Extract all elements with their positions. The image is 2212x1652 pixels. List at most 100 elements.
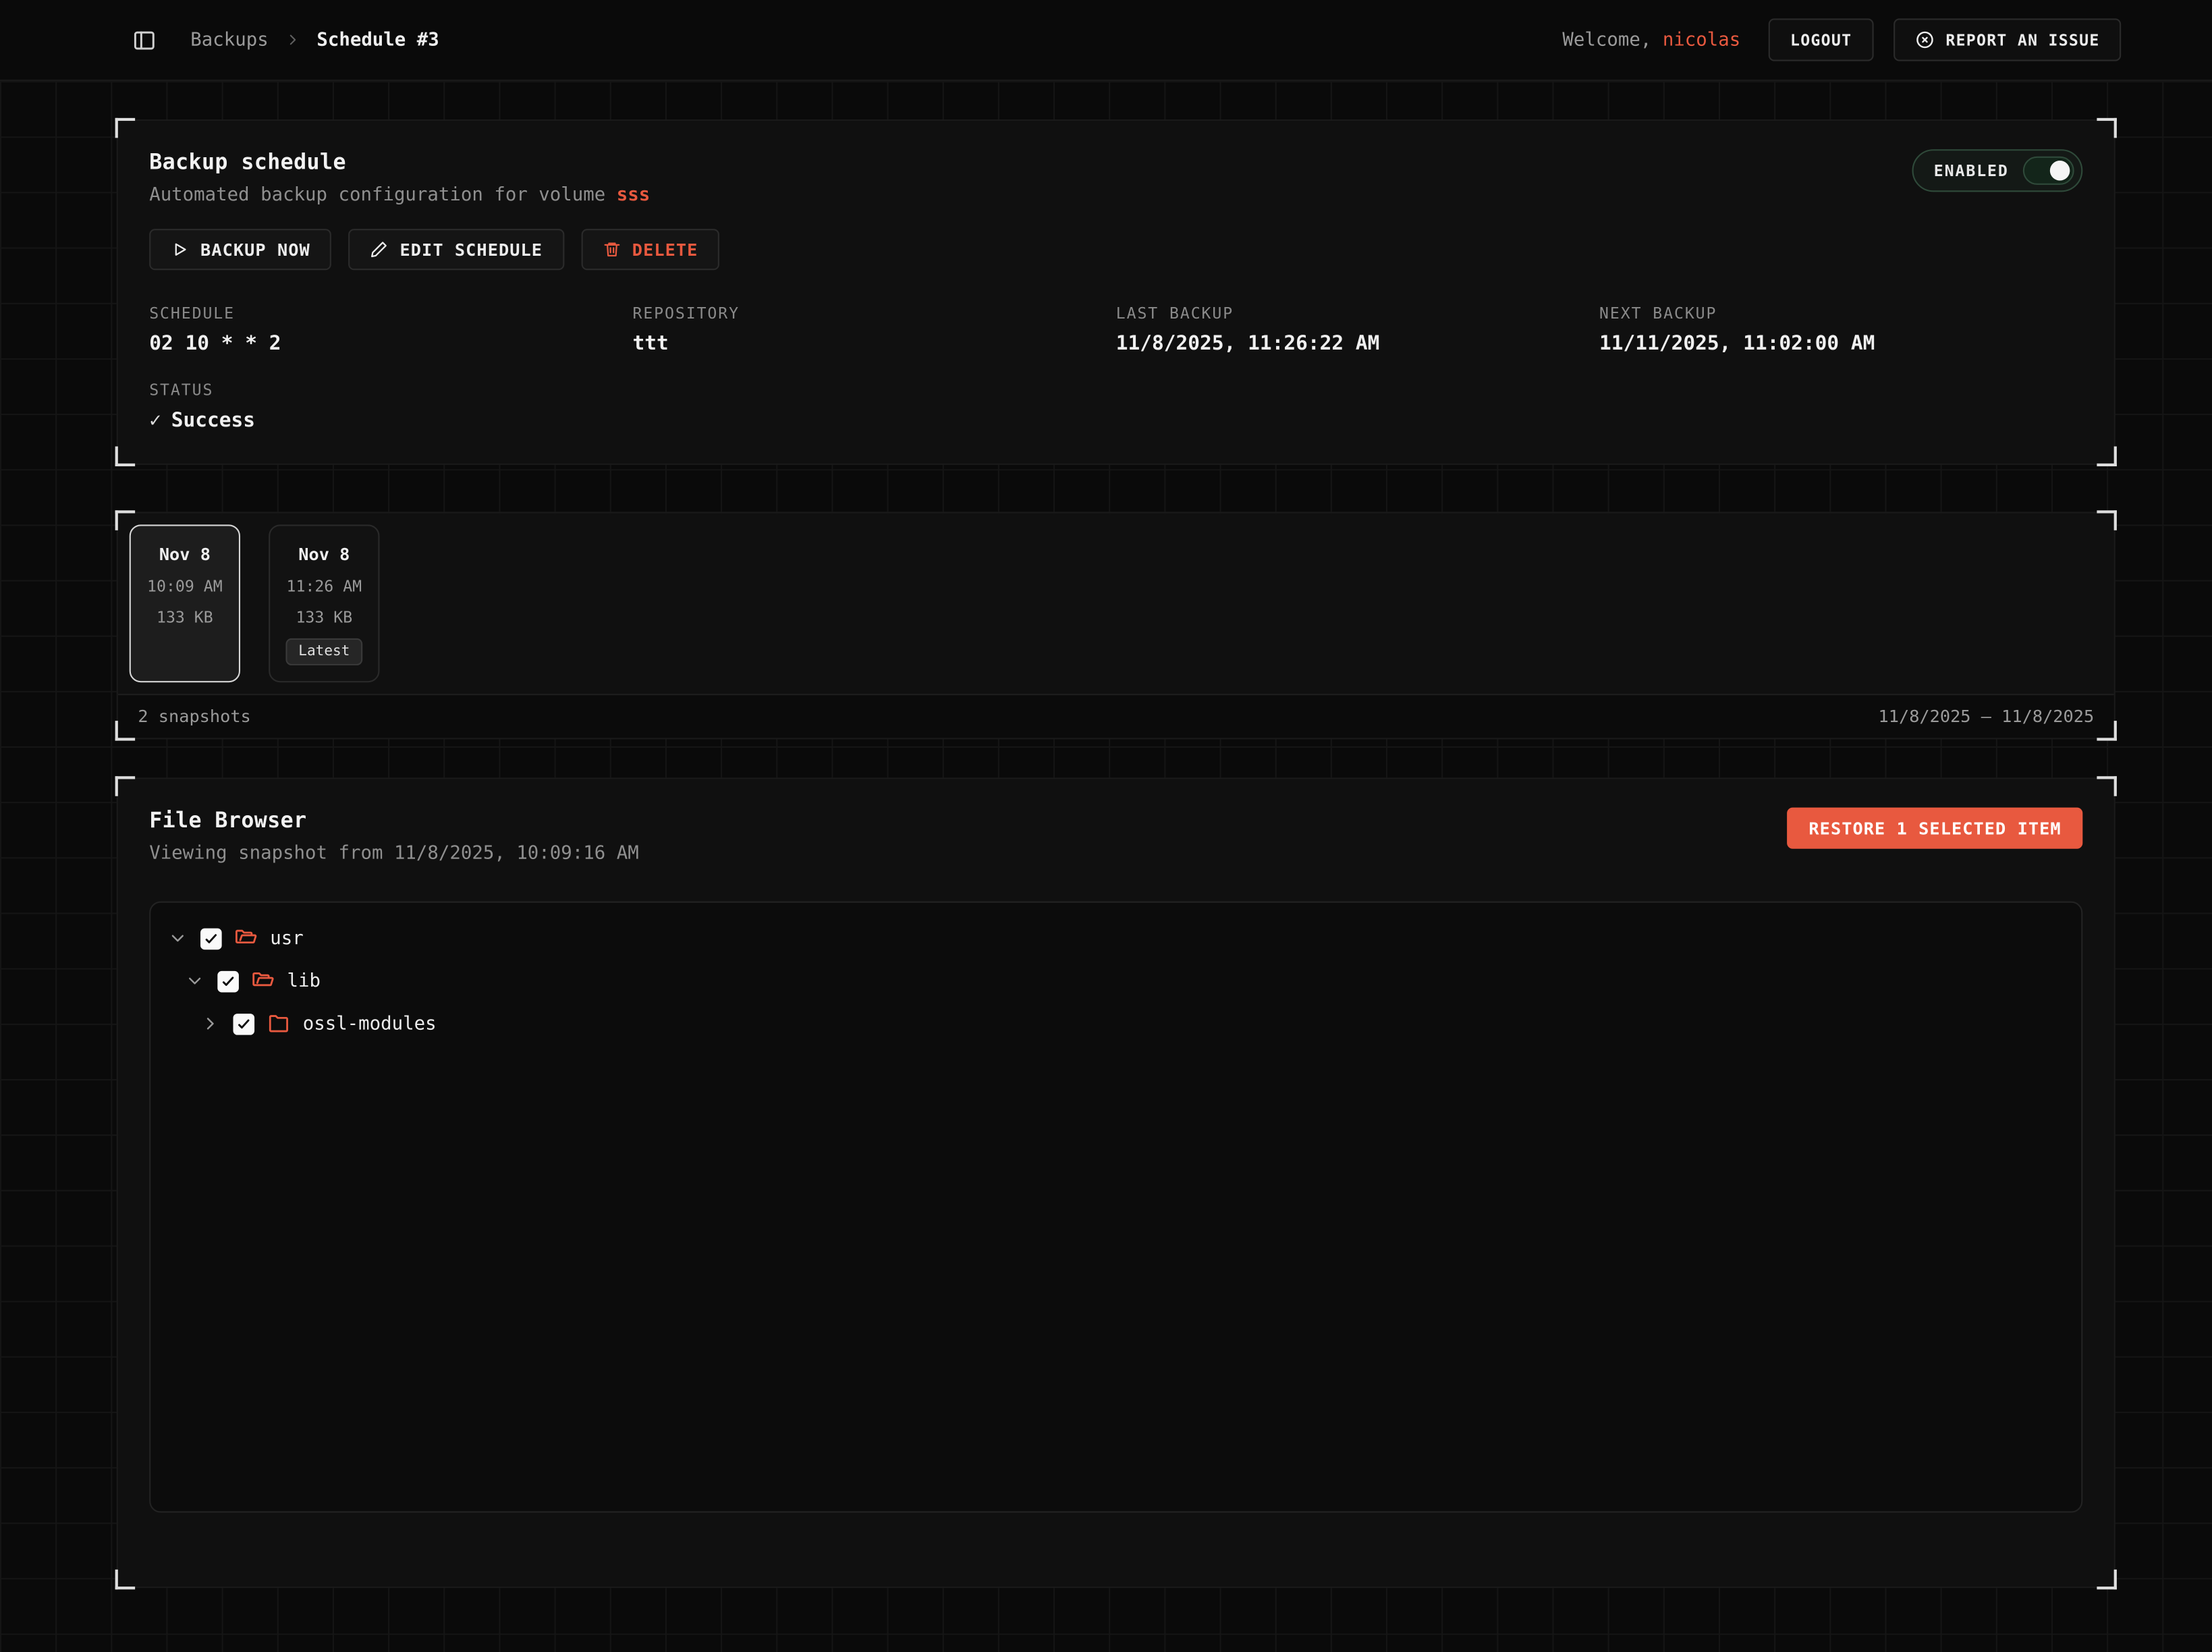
backup-now-button[interactable]: BACKUP NOW — [149, 229, 331, 270]
tree-item-name: lib — [287, 970, 321, 992]
breadcrumb-backups-link[interactable]: Backups — [190, 29, 268, 51]
volume-name: sss — [617, 185, 650, 206]
field-value: 11/8/2025, 11:26:22 AM — [1116, 333, 1599, 356]
main-content: Backup schedule Automated backup configu… — [0, 81, 2212, 1588]
play-icon — [171, 240, 189, 258]
edit-schedule-button[interactable]: EDIT SCHEDULE — [349, 229, 564, 270]
schedule-fields: SCHEDULE 02 10 * * 2 REPOSITORY ttt LAST… — [149, 304, 2082, 356]
restore-selected-button[interactable]: RESTORE 1 SELECTED ITEM — [1788, 808, 2083, 849]
welcome-text: Welcome, nicolas — [1562, 29, 1740, 51]
schedule-panel-header: Backup schedule Automated backup configu… — [149, 149, 2082, 206]
edit-schedule-label: EDIT SCHEDULE — [400, 240, 543, 259]
chevron-down-icon[interactable] — [185, 971, 204, 991]
field-value: 02 10 * * 2 — [149, 333, 632, 356]
snapshots-panel: Nov 8 10:09 AM 133 KB Nov 8 11:26 AM 133… — [117, 512, 2116, 739]
delete-button[interactable]: DELETE — [581, 229, 719, 270]
corner-bracket — [2097, 118, 2116, 138]
status-text: Success — [171, 410, 255, 433]
welcome-prefix: Welcome, — [1562, 29, 1651, 51]
panel-subtitle: Viewing snapshot from 11/8/2025, 10:09:1… — [149, 843, 638, 864]
corner-bracket — [115, 118, 135, 138]
delete-label: DELETE — [632, 240, 698, 259]
snapshots-footer: 2 snapshots 11/8/2025 – 11/8/2025 — [118, 694, 2114, 738]
status-value: ✓ Success — [149, 410, 2082, 433]
breadcrumb-chevron-icon — [284, 31, 301, 48]
checkbox-checked[interactable] — [233, 1013, 254, 1035]
field-label: STATUS — [149, 381, 2082, 400]
field-next-backup: NEXT BACKUP 11/11/2025, 11:02:00 AM — [1599, 304, 2082, 356]
snapshot-card-selected[interactable]: Nov 8 10:09 AM 133 KB — [130, 524, 240, 682]
schedule-panel-titles: Backup schedule Automated backup configu… — [149, 149, 650, 206]
latest-badge: Latest — [285, 638, 362, 665]
report-issue-button[interactable]: REPORT AN ISSUE — [1893, 18, 2121, 61]
topbar: Backups Schedule #3 Welcome, nicolas LOG… — [0, 0, 2212, 81]
corner-bracket — [115, 1570, 135, 1589]
sidebar-toggle-button[interactable] — [125, 22, 162, 59]
snapshot-card-latest[interactable]: Nov 8 11:26 AM 133 KB Latest — [269, 524, 379, 682]
schedule-actions: BACKUP NOW EDIT SCHEDULE DELETE — [149, 229, 2082, 270]
snapshot-time: 10:09 AM — [147, 577, 223, 595]
corner-bracket — [115, 776, 135, 796]
subtitle-text: Automated backup configuration for volum… — [149, 185, 605, 206]
tree-item-name: ossl-modules — [303, 1013, 437, 1035]
field-label: NEXT BACKUP — [1599, 304, 2082, 323]
chevron-right-icon[interactable] — [200, 1014, 220, 1033]
tree-item-name: usr — [270, 928, 303, 949]
logout-button[interactable]: LOGOUT — [1769, 18, 1873, 61]
corner-bracket — [2097, 447, 2116, 466]
enabled-label: ENABLED — [1934, 161, 2009, 180]
snapshot-date: Nov 8 — [159, 545, 211, 564]
checkbox-checked[interactable] — [200, 928, 222, 949]
topbar-left: Backups Schedule #3 — [125, 22, 439, 59]
trash-icon — [603, 240, 621, 258]
field-value: 11/11/2025, 11:02:00 AM — [1599, 333, 2082, 356]
snapshot-date-range: 11/8/2025 – 11/8/2025 — [1879, 707, 2095, 726]
checkbox-checked[interactable] — [217, 970, 239, 992]
breadcrumb-current-page: Schedule #3 — [316, 29, 439, 51]
snapshot-count: 2 snapshots — [138, 707, 250, 726]
folder-open-icon — [235, 927, 258, 950]
field-label: REPOSITORY — [632, 304, 1115, 323]
panel-title: File Browser — [149, 808, 638, 833]
username: nicolas — [1663, 29, 1740, 51]
panel-subtitle: Automated backup configuration for volum… — [149, 185, 650, 206]
report-issue-icon — [1914, 30, 1934, 49]
file-tree: usr lib — [149, 902, 2082, 1513]
field-last-backup: LAST BACKUP 11/8/2025, 11:26:22 AM — [1116, 304, 1599, 356]
field-value: ttt — [632, 333, 1115, 356]
folder-open-icon — [252, 970, 275, 993]
snapshot-size: 133 KB — [296, 609, 352, 627]
backup-now-label: BACKUP NOW — [200, 240, 310, 259]
field-label: LAST BACKUP — [1116, 304, 1599, 323]
folder-closed-icon — [267, 1012, 290, 1035]
snapshot-list: Nov 8 10:09 AM 133 KB Nov 8 11:26 AM 133… — [118, 514, 2114, 694]
panel-title: Backup schedule — [149, 149, 650, 175]
snapshot-time: 11:26 AM — [287, 577, 362, 595]
field-label: SCHEDULE — [149, 304, 632, 323]
field-status: STATUS ✓ Success — [149, 381, 2082, 433]
snapshot-size: 133 KB — [157, 609, 213, 627]
panel-left-icon — [132, 28, 156, 52]
tree-row-usr[interactable]: usr — [168, 917, 2064, 960]
enabled-switch[interactable] — [2023, 157, 2074, 185]
app: Backups Schedule #3 Welcome, nicolas LOG… — [0, 0, 2212, 1652]
corner-bracket — [2097, 1570, 2116, 1589]
tree-row-ossl-modules[interactable]: ossl-modules — [168, 1002, 2064, 1045]
field-repository: REPOSITORY ttt — [632, 304, 1115, 356]
file-browser-panel: File Browser Viewing snapshot from 11/8/… — [117, 777, 2116, 1588]
backup-schedule-panel: Backup schedule Automated backup configu… — [117, 119, 2116, 465]
switch-knob — [2050, 161, 2070, 180]
check-icon: ✓ — [149, 410, 161, 433]
corner-bracket — [115, 447, 135, 466]
tree-row-lib[interactable]: lib — [168, 960, 2064, 1002]
report-issue-label: REPORT AN ISSUE — [1945, 30, 2099, 49]
file-browser-titles: File Browser Viewing snapshot from 11/8/… — [149, 808, 638, 864]
chevron-down-icon[interactable] — [168, 929, 188, 948]
pencil-icon — [370, 240, 388, 258]
corner-bracket — [2097, 776, 2116, 796]
field-schedule: SCHEDULE 02 10 * * 2 — [149, 304, 632, 356]
snapshot-date: Nov 8 — [298, 545, 350, 564]
enabled-toggle[interactable]: ENABLED — [1912, 149, 2082, 192]
file-browser-header: File Browser Viewing snapshot from 11/8/… — [149, 808, 2082, 864]
topbar-right: Welcome, nicolas LOGOUT REPORT AN ISSUE — [1562, 18, 2121, 61]
